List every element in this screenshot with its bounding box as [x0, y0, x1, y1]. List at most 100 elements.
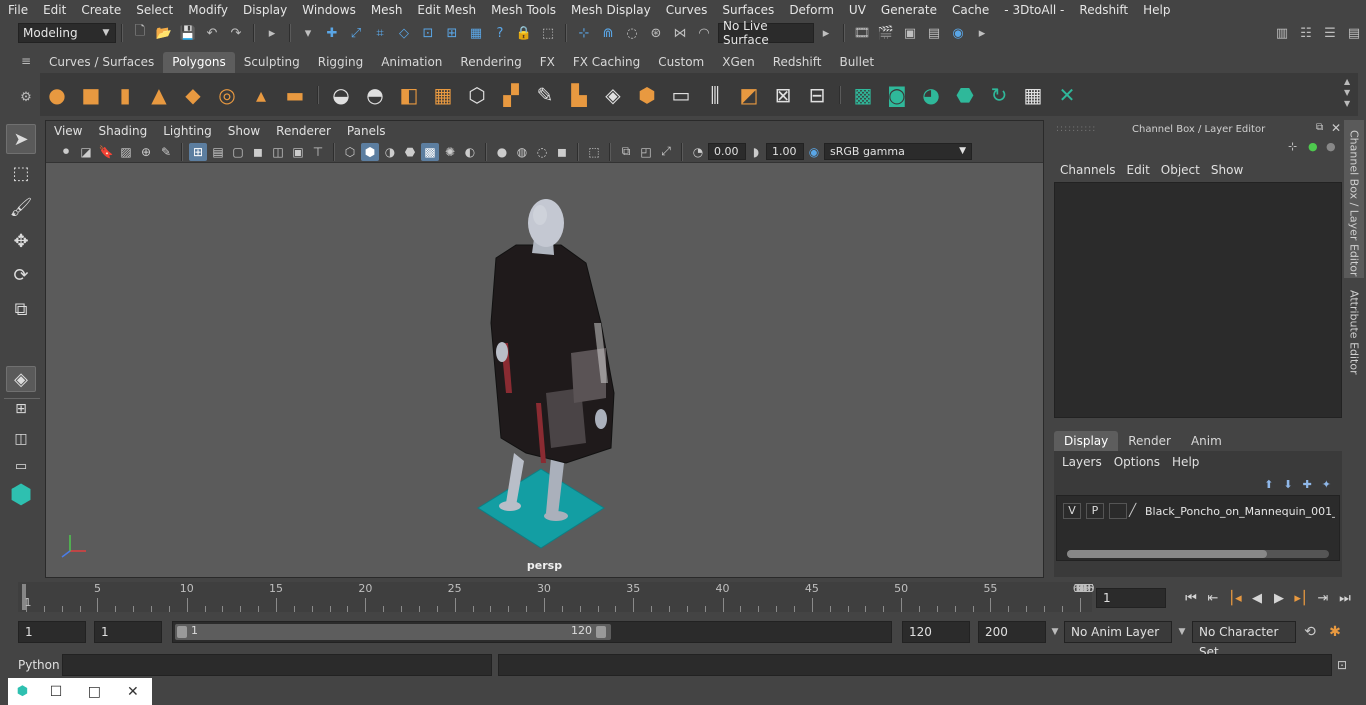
layer-tab-render[interactable]: Render [1118, 431, 1181, 451]
multi-cut-icon[interactable]: ✎ [531, 81, 559, 109]
panel-grip-icon[interactable]: :::::::::: [1056, 124, 1096, 134]
menu-curves[interactable]: Curves [658, 0, 715, 20]
layer-display-type-toggle[interactable] [1109, 503, 1127, 519]
menu-redshift[interactable]: Redshift [1071, 0, 1135, 20]
step-forward-key-icon[interactable]: ⇥ [1312, 588, 1334, 608]
poly-pipe-icon[interactable]: ▬ [281, 81, 309, 109]
menu-generate[interactable]: Generate [873, 0, 944, 20]
select-object-icon[interactable]: ⤢ [346, 23, 366, 43]
uv-spherical-icon[interactable]: ◕ [917, 81, 945, 109]
viewport-menu-lighting[interactable]: Lighting [155, 121, 220, 141]
menu-3dtoall[interactable]: - 3DtoAll - [996, 0, 1071, 20]
extrude-icon[interactable]: ▙ [565, 81, 593, 109]
maximize-icon[interactable]: □ [75, 678, 113, 705]
viewport-menu-renderer[interactable]: Renderer [268, 121, 339, 141]
playback-end-field[interactable]: 120 [902, 621, 970, 643]
new-layer-icon[interactable]: ✚ [1303, 478, 1312, 491]
menu-mesh-tools[interactable]: Mesh Tools [483, 0, 563, 20]
layer-menu-layers[interactable]: Layers [1058, 451, 1110, 473]
uv-automatic-icon[interactable]: ⬣ [951, 81, 979, 109]
viewport-menu-view[interactable]: View [46, 121, 90, 141]
menu-surfaces[interactable]: Surfaces [714, 0, 781, 20]
viewport-panel[interactable]: View Shading Lighting Show Renderer Panels ⏺ … [45, 120, 1044, 578]
anim-layer-dropdown[interactable]: No Anim Layer [1064, 621, 1172, 643]
menu-mesh[interactable]: Mesh [363, 0, 410, 20]
channel-list[interactable] [1054, 182, 1342, 418]
shelf-tab-custom[interactable]: Custom [649, 52, 713, 73]
snap-point-icon[interactable]: ⊡ [418, 23, 438, 43]
xray-icon[interactable]: ⧉ [617, 143, 635, 161]
shadows-icon[interactable]: ◐ [461, 143, 479, 161]
layer-row[interactable]: V P ╱ Black_Poncho_on_Mannequin_001_la [1057, 500, 1339, 522]
character-set-dropdown[interactable]: No Character Set [1192, 621, 1296, 659]
scene-canvas[interactable] [46, 163, 1043, 559]
range-slider-handle-start[interactable] [177, 626, 187, 638]
play-backward-icon[interactable]: ◀ [1246, 588, 1268, 608]
shelf-tab-polygons[interactable]: Polygons [163, 52, 235, 73]
close-icon[interactable]: ✕ [1331, 121, 1341, 135]
insert-edge-loop-icon[interactable]: ⫼ [701, 81, 729, 109]
menu-edit[interactable]: Edit [35, 0, 73, 20]
channel-menu-object[interactable]: Object [1156, 160, 1206, 180]
lasso-tool-icon[interactable]: ⬚ [6, 158, 36, 188]
layer-name[interactable]: Black_Poncho_on_Mannequin_001_la [1145, 505, 1335, 518]
time-slider[interactable]: 1 5 10 15 20 25 30 35 40 45 50 55 60 65 70 75 80 85 90 95 10… [18, 582, 1095, 612]
layer-tab-anim[interactable]: Anim [1181, 431, 1232, 451]
snap-grid-icon[interactable]: ⌗ [370, 23, 390, 43]
shelf-tab-fx-caching[interactable]: FX Caching [564, 52, 649, 73]
move-tool-icon[interactable]: ✥ [6, 226, 36, 256]
range-slider[interactable]: 1 120 [172, 621, 892, 643]
shelf-tab-redshift[interactable]: Redshift [764, 52, 831, 73]
paint-select-tool-icon[interactable]: 🖌 [6, 192, 36, 222]
smooth-shade-icon[interactable]: ⬢ [361, 142, 379, 161]
side-tab-channel-box[interactable]: Channel Box / Layer Editor [1344, 120, 1364, 278]
command-language-label[interactable]: Python [18, 658, 62, 672]
chevron-right-icon[interactable]: ▸ [972, 23, 992, 43]
menu-select[interactable]: Select [128, 0, 180, 20]
poly-cube-icon[interactable]: ■ [77, 81, 105, 109]
new-scene-icon[interactable]: 🗋 [130, 23, 150, 43]
default-material-icon[interactable]: ◑ [381, 143, 399, 161]
layer-menu-help[interactable]: Help [1168, 451, 1207, 473]
gamma-field[interactable]: 1.00 [766, 143, 804, 160]
poly-plane-icon[interactable]: ◆ [179, 81, 207, 109]
chevron-right-icon[interactable]: ▸ [816, 23, 836, 43]
extract-icon[interactable]: ◧ [395, 81, 423, 109]
xray-components-icon[interactable]: ⤢ [657, 143, 675, 161]
step-forward-frame-icon[interactable]: ▸⎮ [1290, 588, 1312, 608]
workspace-icon[interactable]: ▥ [1272, 23, 1292, 43]
uv-planar-icon[interactable]: ▩ [849, 81, 877, 109]
hypershade-icon[interactable]: ◉ [948, 23, 968, 43]
merge-icon[interactable]: ⊠ [769, 81, 797, 109]
exposure-field[interactable]: 0.00 [708, 143, 746, 160]
go-to-end-icon[interactable]: ⏭ [1334, 588, 1356, 608]
script-editor-icon[interactable]: ⊡ [1332, 658, 1352, 672]
bridge-icon[interactable]: ◈ [599, 81, 627, 109]
safe-title-icon[interactable]: ⊤ [309, 143, 327, 161]
new-layer-selected-icon[interactable]: ✦ [1322, 478, 1331, 491]
reflection-icon[interactable]: ⋈ [670, 23, 690, 43]
menu-modify[interactable]: Modify [180, 0, 235, 20]
mode-dropdown[interactable]: Modeling ▼ [18, 23, 116, 43]
shelf-tab-sculpting[interactable]: Sculpting [235, 52, 309, 73]
viewport-menu-panels[interactable]: Panels [339, 121, 394, 141]
snap-view-icon[interactable]: ⊞ [442, 23, 462, 43]
render-settings-icon[interactable]: ▤ [924, 23, 944, 43]
magnet-icon[interactable]: ⋒ [598, 23, 618, 43]
menu-file[interactable]: File [0, 0, 35, 20]
animation-preferences-icon[interactable]: ✱ [1324, 624, 1346, 640]
go-to-start-icon[interactable]: ⏮ [1180, 588, 1202, 608]
multisample-aa-icon[interactable]: ◌ [533, 143, 551, 161]
menu-arrow-icon[interactable]: ▾ [298, 23, 318, 43]
viewport-menu-show[interactable]: Show [220, 121, 268, 141]
shelf-tab-curves-surfaces[interactable]: Curves / Surfaces [40, 52, 163, 73]
menu-help[interactable]: Help [1135, 0, 1177, 20]
maya-window-icon[interactable]: ⬢ [8, 678, 37, 705]
viewport-menu-shading[interactable]: Shading [90, 121, 155, 141]
uv-layout-icon[interactable]: ✕ [1053, 81, 1081, 109]
help-icon[interactable]: ? [490, 23, 510, 43]
poly-pyramid-icon[interactable]: ▴ [247, 81, 275, 109]
layer-menu-options[interactable]: Options [1110, 451, 1168, 473]
select-by-component-icon[interactable]: ✚ [322, 23, 342, 43]
isolate-select-icon[interactable]: ⬚ [585, 143, 603, 161]
